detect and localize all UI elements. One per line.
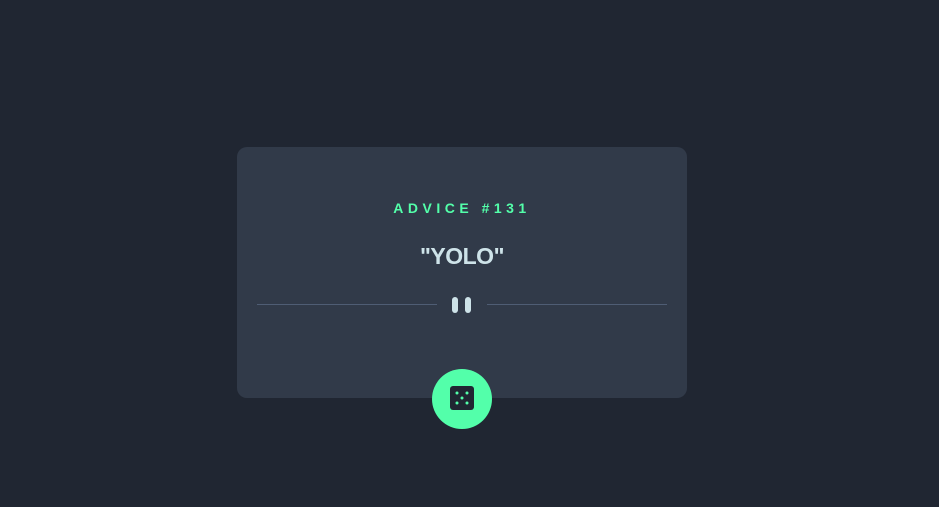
page: ADVICE #131 "YOLO"	[0, 0, 939, 507]
pause-bar-right	[465, 297, 471, 313]
advice-card: ADVICE #131 "YOLO"	[237, 147, 687, 398]
pause-icon	[452, 297, 472, 313]
advice-quote: "YOLO"	[420, 243, 504, 269]
pattern-divider	[257, 296, 667, 314]
divider-line-right	[487, 304, 667, 305]
divider-line-left	[257, 304, 437, 305]
advice-id: ADVICE #131	[393, 200, 531, 216]
generate-advice-button[interactable]	[432, 369, 492, 429]
pause-bar-left	[452, 297, 458, 313]
dice-icon	[450, 386, 474, 410]
